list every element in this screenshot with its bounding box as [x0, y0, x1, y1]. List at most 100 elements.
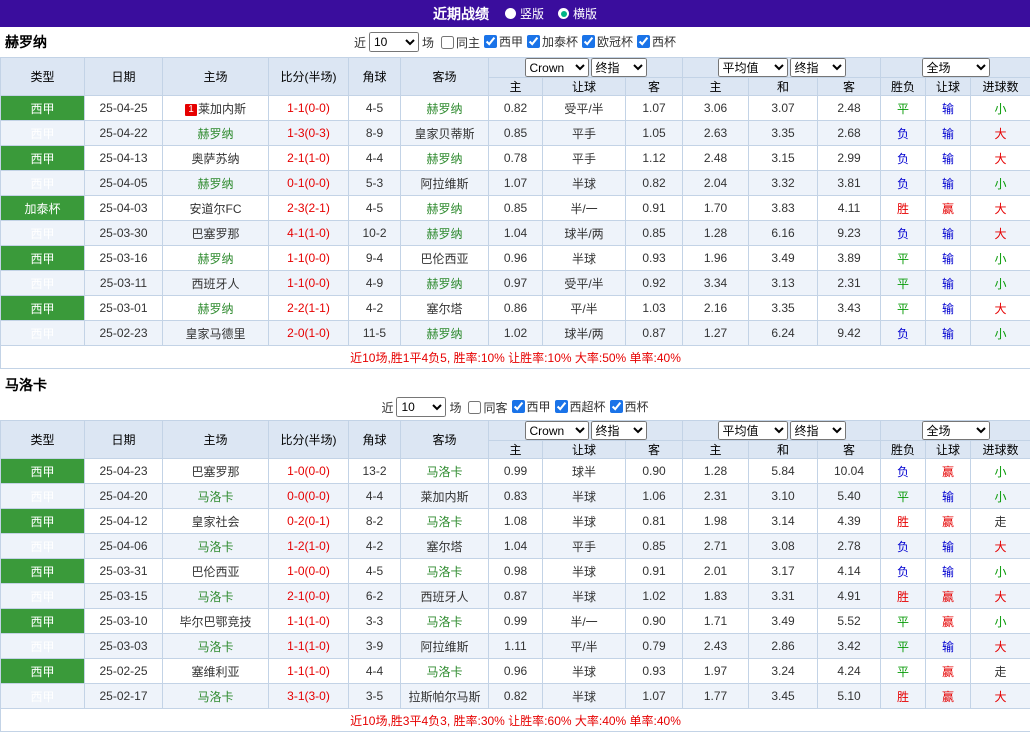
home-team[interactable]: 赫罗纳: [162, 170, 269, 196]
filter-bar: 近 10 场 同主 西甲 加泰杯 欧冠杯 西杯: [354, 32, 676, 52]
away-team[interactable]: 莱加内斯: [400, 483, 489, 509]
away-team[interactable]: 赫罗纳: [400, 320, 489, 346]
home-team[interactable]: 巴伦西亚: [162, 558, 269, 584]
same-venue-checkbox[interactable]: [440, 35, 454, 49]
away-team[interactable]: 赫罗纳: [400, 195, 489, 221]
league-filter[interactable]: 西超杯: [554, 398, 606, 415]
away-team[interactable]: 马洛卡: [400, 458, 489, 484]
match-row: 西甲 25-04-13 奥萨苏纳 2-1(1-0) 4-4 赫罗纳 0.78 平手 1.12 2.…: [0, 145, 1030, 171]
recent-count-select[interactable]: 10: [368, 32, 419, 52]
scope-group: 全场: [880, 57, 1030, 78]
away-team[interactable]: 塞尔塔: [400, 533, 489, 559]
eu-draw-odds: 3.24: [748, 658, 819, 684]
league-filter[interactable]: 西甲: [511, 398, 551, 415]
eu-away-odds: 2.48: [817, 95, 882, 121]
away-team[interactable]: 皇家贝蒂斯: [400, 120, 489, 146]
scope-select[interactable]: 全场: [921, 421, 990, 440]
away-team[interactable]: 马洛卡: [400, 558, 489, 584]
away-team[interactable]: 拉斯帕尔马斯: [400, 683, 489, 709]
ah-home-odds: 0.86: [488, 295, 543, 321]
col-eu-away: 客: [817, 77, 882, 96]
home-team[interactable]: 西班牙人: [162, 270, 269, 296]
home-team[interactable]: 巴塞罗那: [162, 220, 269, 246]
league-checkbox[interactable]: [483, 35, 497, 48]
home-team[interactable]: 毕尔巴鄂竞技: [162, 608, 269, 634]
home-team[interactable]: 赫罗纳: [162, 245, 269, 271]
home-team[interactable]: 赫罗纳: [162, 295, 269, 321]
home-team[interactable]: 奥萨苏纳: [162, 145, 269, 171]
result-outcome: 负: [880, 170, 927, 196]
eu-source-select[interactable]: 平均值: [717, 58, 788, 77]
league-filter[interactable]: 西甲: [483, 33, 523, 50]
league-filter[interactable]: 欧冠杯: [582, 33, 633, 50]
away-team[interactable]: 阿拉维斯: [400, 170, 489, 196]
corner-count: 9-4: [348, 245, 401, 271]
score-halftime: 2-1(0-0): [268, 583, 349, 609]
away-team[interactable]: 巴伦西亚: [400, 245, 489, 271]
radio-icon: [504, 8, 516, 19]
home-team[interactable]: 马洛卡: [162, 683, 269, 709]
home-team[interactable]: 1 莱加内斯: [162, 95, 269, 121]
league-checkbox[interactable]: [582, 35, 596, 48]
home-team[interactable]: 马洛卡: [162, 483, 269, 509]
away-team[interactable]: 阿拉维斯: [400, 633, 489, 659]
same-venue-filter[interactable]: 同主: [440, 34, 480, 51]
eu-stage-select[interactable]: 终指: [789, 421, 846, 440]
goals-outcome: 大: [970, 145, 1030, 171]
match-date: 25-02-23: [84, 320, 163, 346]
home-team[interactable]: 赫罗纳: [162, 120, 269, 146]
away-team[interactable]: 赫罗纳: [400, 145, 489, 171]
ah-stage-select[interactable]: 终指: [590, 58, 647, 77]
home-team[interactable]: 皇家社会: [162, 508, 269, 534]
goals-outcome: 小: [970, 320, 1030, 346]
result-outcome: 胜: [880, 508, 927, 534]
league-checkbox[interactable]: [554, 400, 568, 413]
home-team[interactable]: 马洛卡: [162, 533, 269, 559]
ah-away-odds: 0.90: [624, 458, 684, 484]
eu-home-odds: 2.04: [682, 170, 750, 196]
competition-type: 西甲: [0, 583, 85, 609]
radio-vertical-layout[interactable]: 竖版: [504, 5, 544, 22]
eu-away-odds: 9.23: [817, 220, 882, 246]
bookmaker-select[interactable]: Crown: [524, 58, 589, 77]
bookmaker-select[interactable]: Crown: [524, 421, 589, 440]
recent-count-select[interactable]: 10: [396, 397, 447, 417]
eu-home-odds: 1.70: [682, 195, 750, 221]
result-outcome: 平: [880, 483, 927, 509]
league-checkbox[interactable]: [511, 400, 525, 413]
home-team[interactable]: 皇家马德里: [162, 320, 269, 346]
away-team[interactable]: 马洛卡: [400, 658, 489, 684]
home-team[interactable]: 安道尔FC: [162, 195, 269, 221]
eu-stage-select[interactable]: 终指: [789, 58, 846, 77]
league-checkbox[interactable]: [609, 400, 623, 413]
away-team[interactable]: 赫罗纳: [400, 220, 489, 246]
league-label: 西甲: [526, 400, 551, 414]
radio-horizontal-layout[interactable]: 横版: [558, 5, 597, 22]
ah-stage-select[interactable]: 终指: [590, 421, 647, 440]
league-filter[interactable]: 加泰杯: [527, 33, 578, 50]
same-venue-filter[interactable]: 同客: [468, 399, 508, 416]
league-checkbox[interactable]: [637, 35, 651, 48]
away-team[interactable]: 西班牙人: [400, 583, 489, 609]
eu-home-odds: 3.06: [682, 95, 750, 121]
home-team[interactable]: 马洛卡: [162, 633, 269, 659]
home-team[interactable]: 马洛卡: [162, 583, 269, 609]
away-team[interactable]: 马洛卡: [400, 508, 489, 534]
same-venue-checkbox[interactable]: [468, 400, 482, 414]
match-row: 西甲 25-02-23 皇家马德里 2-0(1-0) 11-5 赫罗纳 1.02 球半/两 0.…: [0, 320, 1030, 346]
score-halftime: 0-0(0-0): [268, 483, 349, 509]
home-team[interactable]: 塞维利亚: [162, 658, 269, 684]
scope-select[interactable]: 全场: [921, 58, 990, 77]
home-team[interactable]: 巴塞罗那: [162, 458, 269, 484]
league-filter[interactable]: 西杯: [637, 33, 676, 50]
away-team[interactable]: 马洛卡: [400, 608, 489, 634]
col-ah-home: 主: [488, 440, 543, 459]
league-filter[interactable]: 西杯: [609, 398, 649, 415]
ah-home-odds: 0.85: [488, 195, 543, 221]
eu-source-select[interactable]: 平均值: [717, 421, 788, 440]
score-halftime: 1-1(1-0): [268, 608, 349, 634]
league-checkbox[interactable]: [527, 35, 540, 48]
away-team[interactable]: 赫罗纳: [400, 270, 489, 296]
away-team[interactable]: 塞尔塔: [400, 295, 489, 321]
away-team[interactable]: 赫罗纳: [400, 95, 489, 121]
